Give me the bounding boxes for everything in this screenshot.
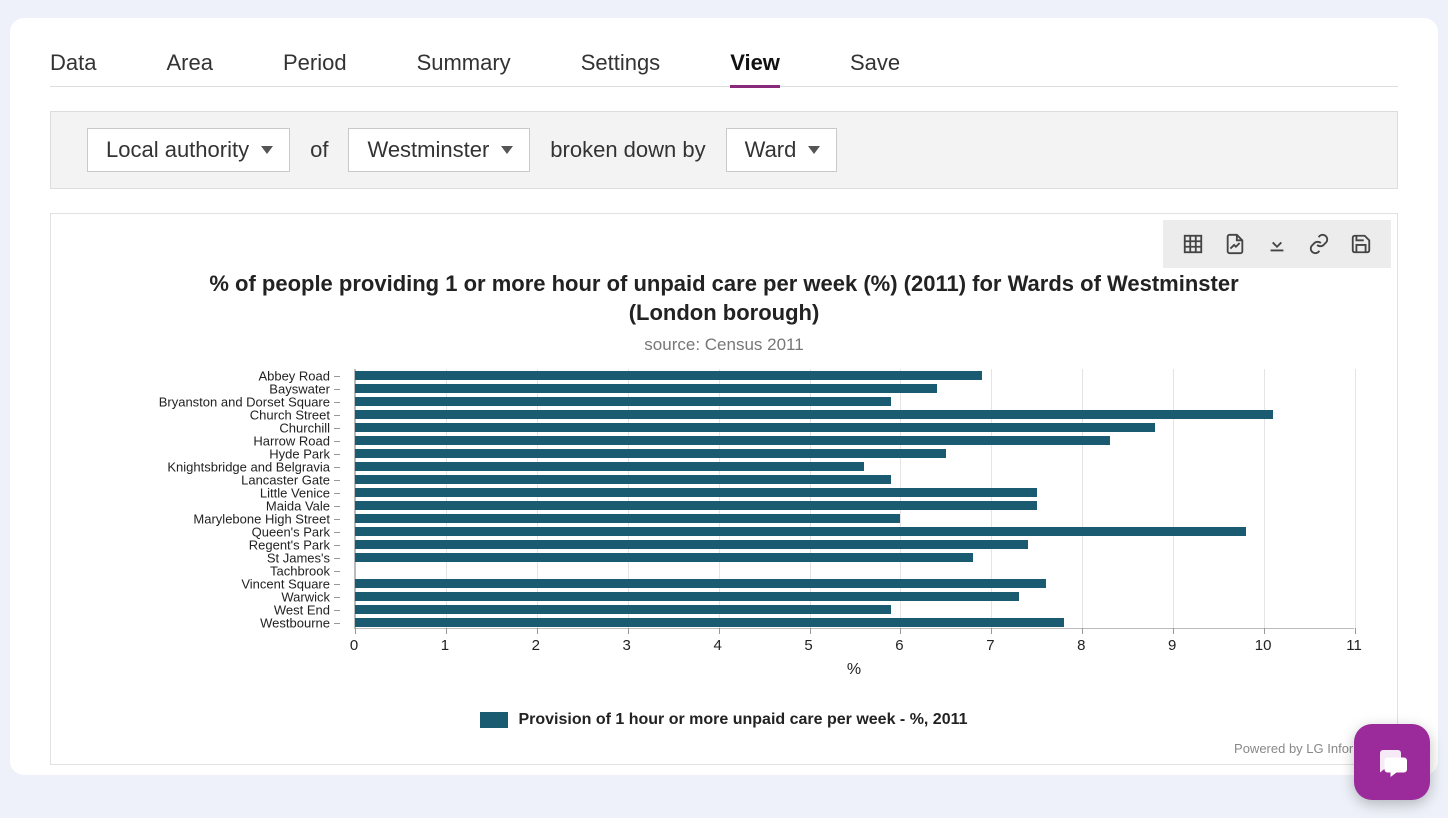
gridline [1082,369,1083,633]
gridline [1173,369,1174,633]
bar[interactable] [355,488,1037,497]
chart-panel: % of people providing 1 or more hour of … [50,213,1398,765]
plot-area: Abbey RoadBayswaterBryanston and Dorset … [84,369,1364,669]
bar[interactable] [355,553,973,562]
tab-summary[interactable]: Summary [417,50,511,76]
gridline [1355,369,1356,633]
download-icon[interactable] [1263,230,1291,258]
save-icon[interactable] [1347,230,1375,258]
x-tick-label: 7 [986,637,994,654]
x-tick-label: 1 [441,637,449,654]
tab-data[interactable]: Data [50,50,96,76]
area-select-label: Westminster [367,137,489,163]
bar[interactable] [355,605,891,614]
bar[interactable] [355,501,1037,510]
level-select-label: Local authority [106,137,249,163]
x-tick-label: 5 [804,637,812,654]
bar[interactable] [355,579,1046,588]
link-icon[interactable] [1305,230,1333,258]
breakdown-text: broken down by [550,137,705,163]
x-tick-label: 6 [895,637,903,654]
bar[interactable] [355,475,891,484]
x-tick-label: 9 [1168,637,1176,654]
tab-bar: Data Area Period Summary Settings View Save [50,50,1398,87]
gridline [1264,369,1265,633]
chevron-down-icon [261,146,273,154]
bar[interactable] [355,384,937,393]
image-export-icon[interactable] [1221,230,1249,258]
chevron-down-icon [501,146,513,154]
bar[interactable] [355,449,946,458]
bar[interactable] [355,436,1110,445]
legend-swatch [480,712,508,728]
tab-settings[interactable]: Settings [581,50,661,76]
chevron-down-icon [808,146,820,154]
x-tick-label: 8 [1077,637,1085,654]
x-tick-label: 4 [713,637,721,654]
unit-select[interactable]: Ward [726,128,838,172]
x-tick-label: 0 [350,637,358,654]
filter-bar: Local authority of Westminster broken do… [50,111,1398,189]
chat-widget[interactable] [1354,724,1430,800]
bar[interactable] [355,514,900,523]
x-tick-label: 3 [623,637,631,654]
legend-label: Provision of 1 hour or more unpaid care … [518,711,967,729]
bar[interactable] [355,423,1155,432]
x-tick-label: 11 [1346,637,1362,654]
powered-by: Powered by LG Inform Plus [51,741,1397,764]
bar[interactable] [355,540,1028,549]
tab-save[interactable]: Save [850,50,900,76]
x-tick-label: 10 [1255,637,1272,654]
chart-toolbar [1163,220,1391,268]
y-tick-label: Westbourne [260,615,330,630]
bar[interactable] [355,527,1246,536]
unit-select-label: Ward [745,137,797,163]
bar[interactable] [355,371,982,380]
main-card: Data Area Period Summary Settings View Save Lo… [10,18,1438,775]
chart-subtitle: source: Census 2011 [51,335,1397,355]
area-select[interactable]: Westminster [348,128,530,172]
tab-area[interactable]: Area [166,50,212,76]
x-tick-label: 2 [532,637,540,654]
bar[interactable] [355,462,864,471]
bar[interactable] [355,397,891,406]
x-axis-title: % [354,661,1354,679]
level-select[interactable]: Local authority [87,128,290,172]
of-text: of [310,137,328,163]
bar[interactable] [355,410,1273,419]
bar[interactable] [355,592,1019,601]
tab-view[interactable]: View [730,50,780,76]
legend: Provision of 1 hour or more unpaid care … [51,711,1397,729]
tab-period[interactable]: Period [283,50,347,76]
bar[interactable] [355,618,1064,627]
table-icon[interactable] [1179,230,1207,258]
